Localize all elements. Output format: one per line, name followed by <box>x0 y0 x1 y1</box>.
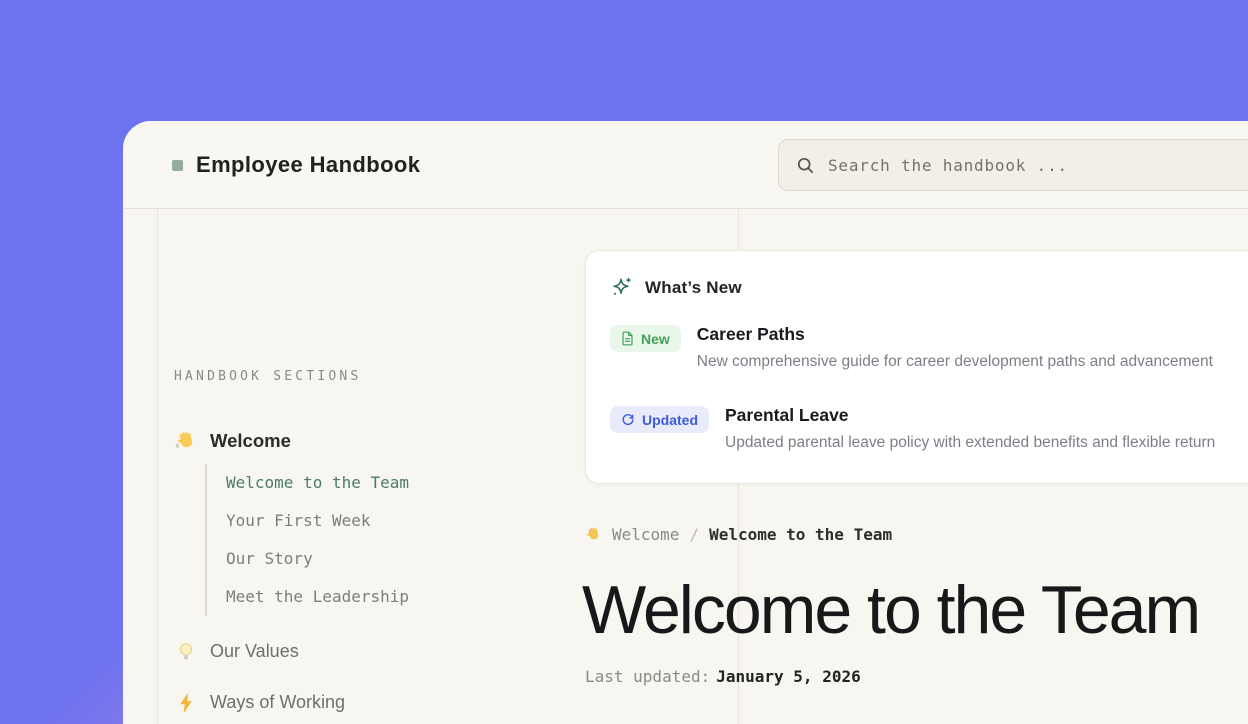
sidebar-item-label: Our Values <box>210 641 299 662</box>
wave-icon <box>585 526 602 543</box>
app-title: Employee Handbook <box>196 152 420 178</box>
zap-icon <box>174 693 198 713</box>
app-window: Employee Handbook HANDBOOK SECTIONS <box>123 121 1248 724</box>
sidebar-item-our-values[interactable]: Our Values <box>174 641 554 662</box>
breadcrumb-current-page: Welcome to the Team <box>709 525 892 544</box>
new-badge: New <box>610 325 681 352</box>
subnav-item-meet-the-leadership[interactable]: Meet the Leadership <box>226 578 554 616</box>
sidebar-item-ways-of-working[interactable]: Ways of Working <box>174 692 554 713</box>
last-updated: Last updated: January 5, 2026 <box>585 667 861 686</box>
wave-icon <box>174 430 198 452</box>
welcome-subnav: Welcome to the Team Your First Week Our … <box>205 464 554 616</box>
breadcrumb-separator: / <box>689 525 699 544</box>
breadcrumb: Welcome / Welcome to the Team <box>585 525 892 544</box>
search-bar[interactable] <box>778 139 1248 191</box>
subnav-item-welcome-to-the-team[interactable]: Welcome to the Team <box>226 464 554 502</box>
page-title: Welcome to the Team <box>582 573 1199 648</box>
app-header: Employee Handbook <box>123 121 1248 209</box>
brand-logo-icon <box>172 160 183 171</box>
bulb-icon <box>174 642 198 662</box>
sidebar-item-label: Welcome <box>210 430 291 452</box>
last-updated-label: Last updated: <box>585 667 710 686</box>
updated-badge: Updated <box>610 406 709 433</box>
badge-label: Updated <box>642 412 698 428</box>
subnav-item-our-story[interactable]: Our Story <box>226 540 554 578</box>
sidebar: HANDBOOK SECTIONS Welcome We <box>174 369 554 724</box>
news-item-parental-leave[interactable]: Updated Parental Leave Updated parental … <box>610 405 1248 452</box>
news-item-text: Parental Leave Updated parental leave po… <box>725 405 1215 452</box>
badge-label: New <box>641 331 670 347</box>
whats-new-title: What’s New <box>645 278 742 298</box>
news-item-text: Career Paths New comprehensive guide for… <box>697 324 1213 371</box>
news-item-description: Updated parental leave policy with exten… <box>725 434 1215 452</box>
document-icon <box>621 331 634 346</box>
sidebar-heading: HANDBOOK SECTIONS <box>174 369 554 384</box>
sparkle-icon <box>610 276 633 299</box>
subnav-item-your-first-week[interactable]: Your First Week <box>226 502 554 540</box>
news-item-title: Career Paths <box>697 324 1213 345</box>
news-item-title: Parental Leave <box>725 405 1215 426</box>
whats-new-card: What’s New New Career Paths New <box>585 250 1248 484</box>
sidebar-item-welcome[interactable]: Welcome <box>174 430 554 452</box>
brand: Employee Handbook <box>172 121 420 209</box>
news-item-career-paths[interactable]: New Career Paths New comprehensive guide… <box>610 324 1248 371</box>
search-icon <box>796 156 815 175</box>
whats-new-header: What’s New <box>610 276 1248 299</box>
last-updated-value: January 5, 2026 <box>716 667 861 686</box>
grid-line-left <box>157 209 158 724</box>
sidebar-item-label: Ways of Working <box>210 692 345 713</box>
refresh-icon <box>621 413 635 427</box>
breadcrumb-section[interactable]: Welcome <box>612 525 679 544</box>
news-item-description: New comprehensive guide for career devel… <box>697 353 1213 371</box>
search-input[interactable] <box>828 156 1248 175</box>
whats-new-list: New Career Paths New comprehensive guide… <box>610 324 1248 452</box>
